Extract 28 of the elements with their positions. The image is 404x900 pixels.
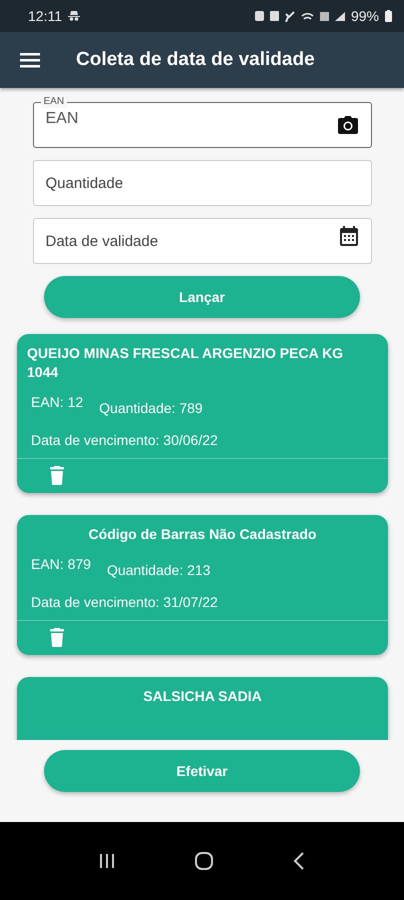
app-title: Coleta de data de validade (76, 49, 315, 71)
item-quantity: Quantidade: 789 (99, 400, 203, 416)
submit-button[interactable]: Lançar (44, 276, 360, 318)
home-icon[interactable] (194, 851, 214, 871)
delete-icon[interactable] (50, 628, 64, 648)
status-time: 12:11 (28, 8, 62, 24)
item-ean: EAN: 879 (31, 556, 91, 574)
confirm-button[interactable]: Efetivar (44, 750, 360, 792)
back-icon[interactable] (292, 852, 305, 870)
item-expiry-date: Data de vencimento: 30/06/22 (17, 416, 388, 459)
item-expiry-date: Data de vencimento: 31/07/22 (17, 578, 388, 621)
item-quantity: Quantidade: 213 (106, 562, 210, 578)
delete-icon[interactable] (50, 466, 64, 486)
field-label: EAN (40, 96, 68, 108)
menu-icon[interactable] (20, 52, 40, 68)
battery-level: 99% (350, 8, 379, 24)
wifi-icon (300, 12, 314, 20)
item-title: QUEIJO MINAS FRESCAL ARGENZIO PECA KG 1044 (26, 344, 344, 382)
battery-icon (385, 10, 392, 22)
recent-apps-icon[interactable] (99, 853, 116, 869)
item-title: SALSICHA SADIA (142, 686, 263, 706)
item-ean: EAN: 12 (31, 394, 84, 412)
quantity-field[interactable]: Quantidade (32, 160, 372, 206)
incognito-icon (68, 11, 80, 21)
expiry-date-field[interactable]: Data de validade (32, 218, 372, 264)
item-title: Código de Barras Não Cadastrado (88, 524, 318, 544)
calendar-icon[interactable] (340, 226, 358, 246)
signal-icon (334, 12, 345, 20)
